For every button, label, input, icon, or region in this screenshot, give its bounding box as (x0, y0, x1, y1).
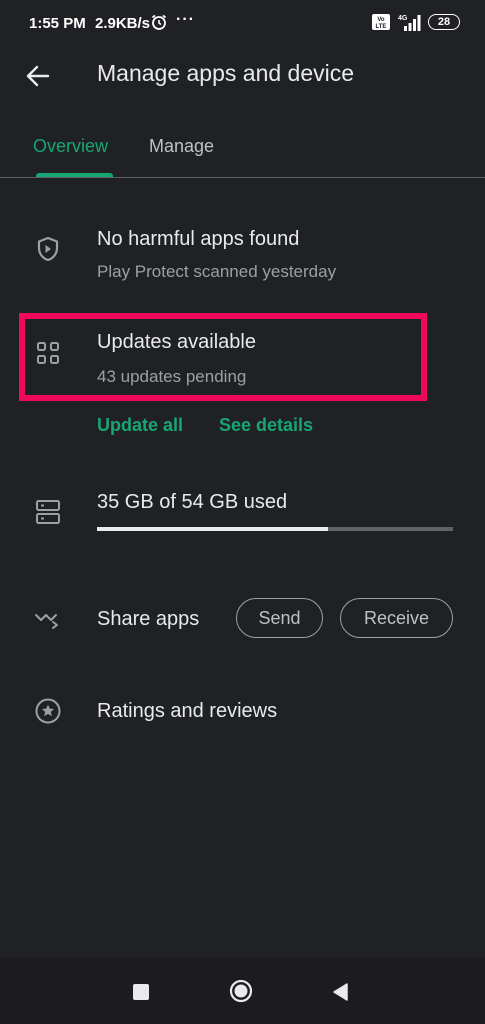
nav-back-triangle-icon[interactable] (331, 982, 349, 1002)
svg-text:Vo: Vo (377, 17, 385, 23)
svg-text:LTE: LTE (376, 24, 387, 30)
network-speed: 2.9KB/s (95, 15, 151, 32)
storage-row[interactable]: 35 GB of 54 GB used (0, 488, 485, 544)
share-apps-row: Share apps Send Receive (0, 598, 485, 642)
protect-title: No harmful apps found (97, 228, 300, 250)
more-notifications-icon: ··· (176, 11, 195, 28)
storage-progress-fill (97, 527, 328, 531)
signal-icon: 4G (398, 15, 421, 31)
ratings-row[interactable]: Ratings and reviews (0, 690, 485, 734)
tab-divider (0, 177, 485, 178)
tab-overview[interactable]: Overview (33, 136, 108, 157)
receive-button-label: Receive (363, 607, 430, 628)
share-apps-label: Share apps (97, 608, 200, 630)
status-bar: 1:55 PM 2.9KB/s ··· Vo LTE 4G 28 (0, 0, 485, 46)
send-button[interactable]: Send (236, 598, 323, 638)
send-button-label: Send (258, 607, 301, 628)
recents-square-icon[interactable] (133, 984, 149, 1000)
volte-icon: Vo LTE (372, 14, 390, 30)
tab-manage[interactable]: Manage (149, 136, 214, 157)
alarm-icon (151, 14, 167, 30)
update-all-link[interactable]: Update all (97, 415, 183, 436)
storage-progress-bar (97, 527, 453, 531)
highlight-box (19, 313, 427, 401)
page-title: Manage apps and device (97, 60, 355, 86)
storage-icon (36, 500, 60, 524)
star-circle-icon (35, 698, 61, 724)
battery-level: 28 (437, 16, 451, 28)
share-arrows-icon (35, 614, 58, 629)
protect-subtitle: Play Protect scanned yesterday (97, 262, 337, 281)
shield-icon (37, 236, 59, 262)
play-protect-row[interactable]: No harmful apps found Play Protect scann… (0, 218, 485, 288)
receive-button[interactable]: Receive (340, 598, 453, 638)
see-details-link[interactable]: See details (219, 415, 313, 436)
ratings-label: Ratings and reviews (97, 700, 278, 722)
storage-label: 35 GB of 54 GB used (97, 491, 288, 513)
home-circle-icon[interactable] (229, 979, 253, 1003)
status-time: 1:55 PM (29, 15, 86, 32)
svg-text:4G: 4G (398, 15, 408, 22)
battery-icon: 28 (428, 14, 460, 30)
back-arrow-icon[interactable] (24, 62, 52, 90)
